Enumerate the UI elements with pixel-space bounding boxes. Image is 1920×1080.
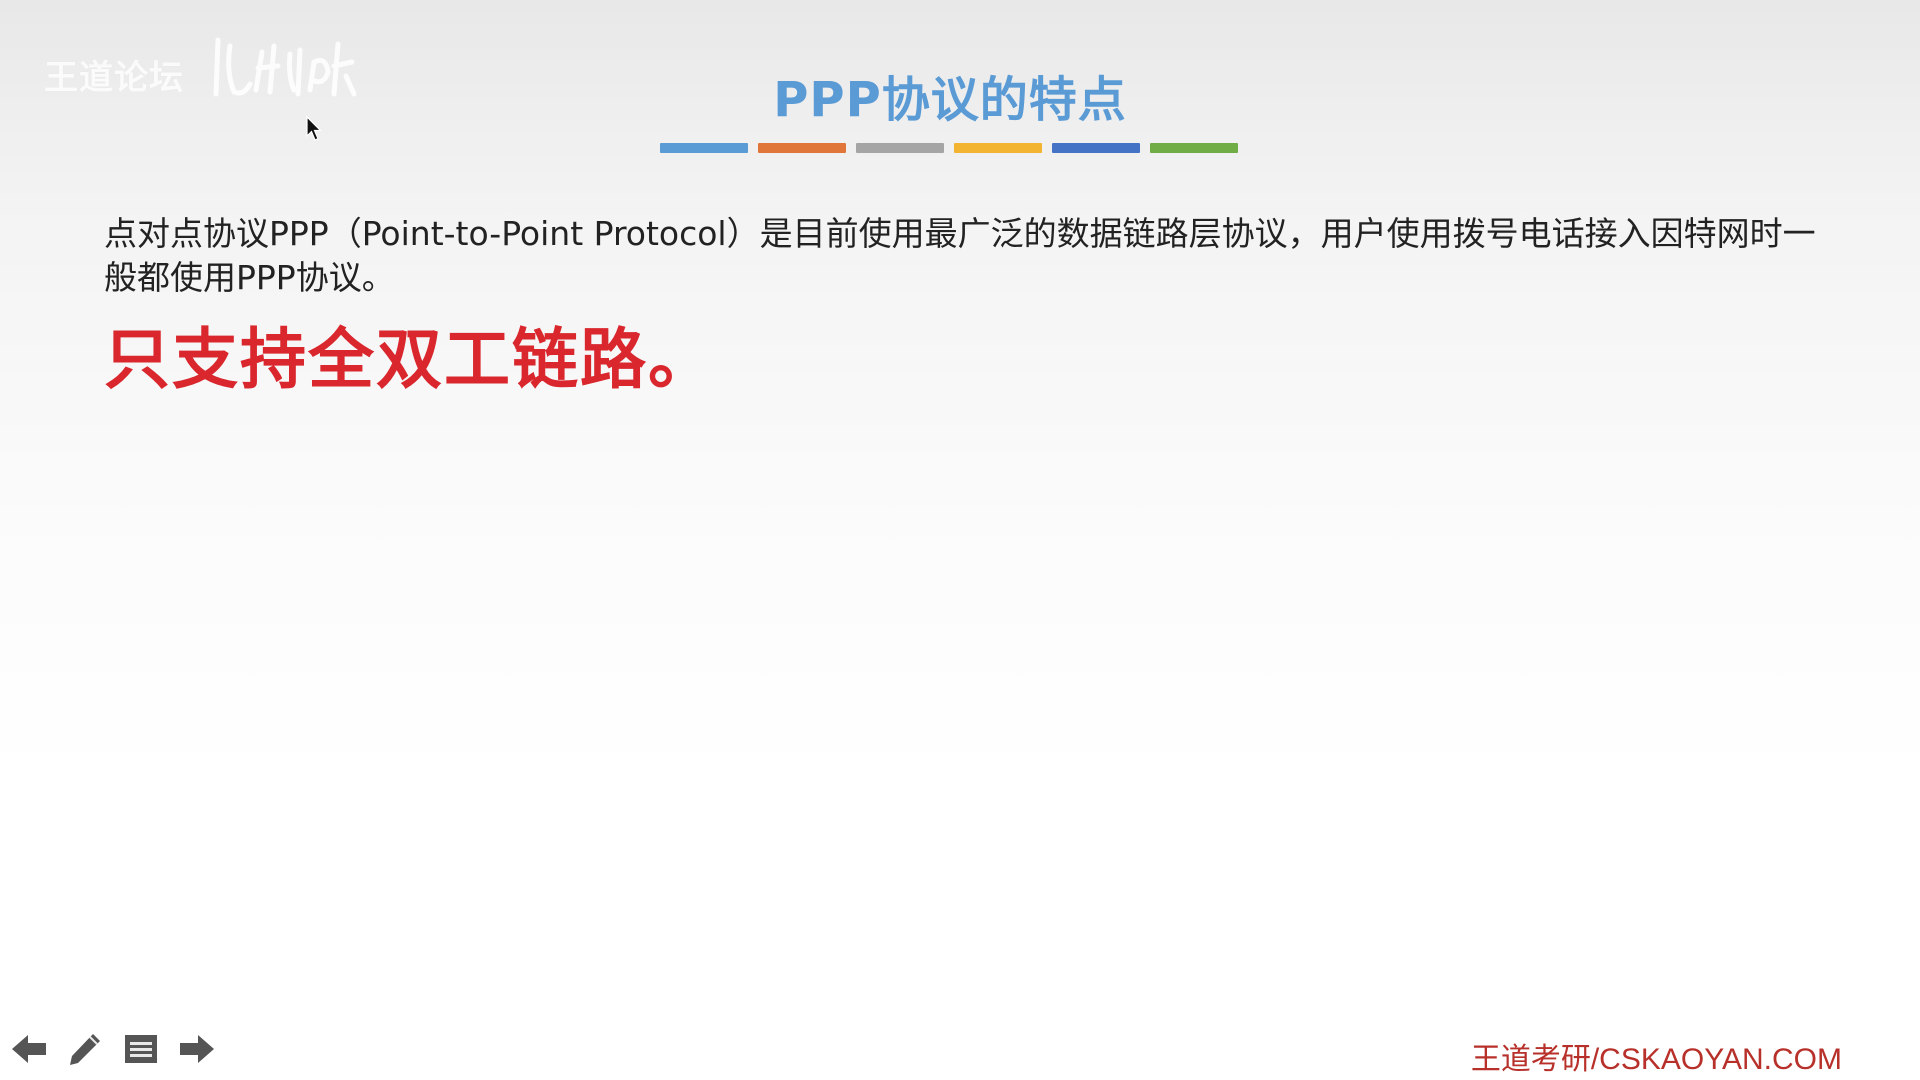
divider-bar	[660, 143, 748, 153]
divider-bar	[954, 143, 1042, 153]
menu-icon[interactable]	[122, 1030, 160, 1068]
arrow-right-icon[interactable]	[178, 1030, 216, 1068]
highlight-statement: 只支持全双工链路。	[104, 320, 716, 398]
slide: 王道论坛 PPP协议的特点 点对点协议PPP（Point-to-Point Pr…	[0, 0, 1920, 1080]
divider-bar	[758, 143, 846, 153]
divider-bar	[856, 143, 944, 153]
divider-bar	[1052, 143, 1140, 153]
divider-bar	[1150, 143, 1238, 153]
body-paragraph: 点对点协议PPP（Point-to-Point Protocol）是目前使用最广…	[104, 214, 1816, 297]
title-divider	[660, 143, 1238, 153]
site-mark: 王道考研/CSKAOYAN.COM	[1470, 1043, 1842, 1076]
slide-title: PPP协议的特点	[773, 72, 1127, 128]
pen-icon[interactable]	[66, 1030, 104, 1068]
presenter-nav	[10, 1030, 216, 1068]
arrow-left-icon[interactable]	[10, 1030, 48, 1068]
